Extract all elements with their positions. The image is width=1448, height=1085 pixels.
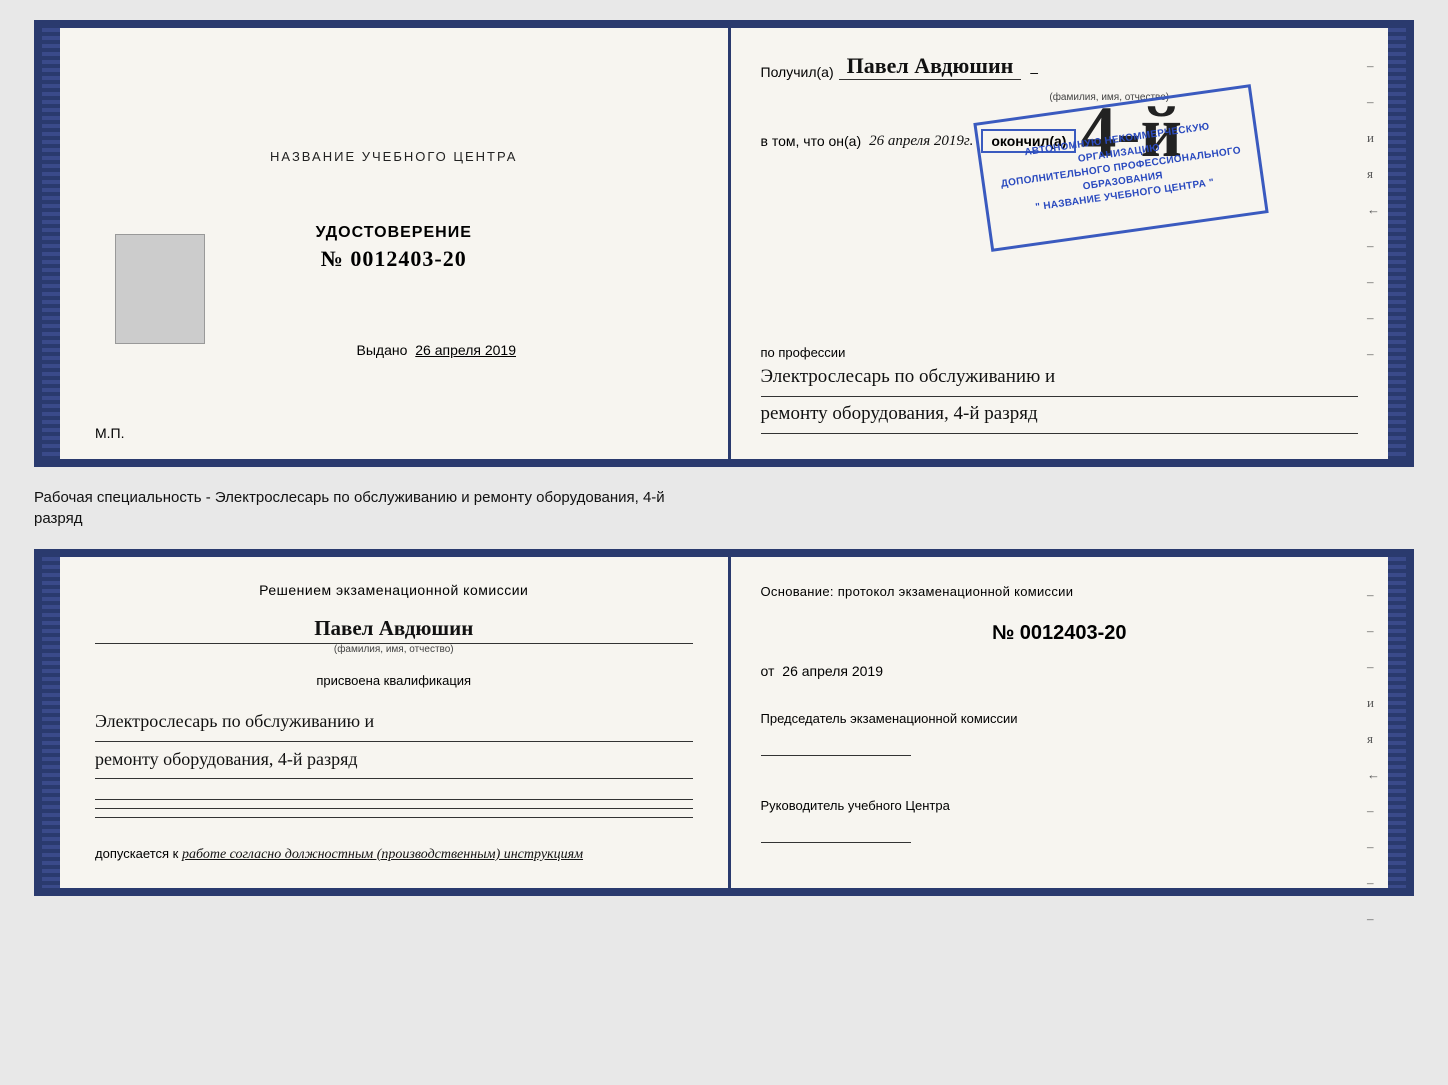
bottom-left-page: Решением экзаменационной комиссии Павел … (60, 557, 731, 887)
bottom-spine-left (42, 557, 60, 887)
ot-label: от (761, 663, 775, 679)
bottom-spine-right (1388, 557, 1406, 887)
spine-right-decoration (1388, 28, 1406, 459)
photo-placeholder (115, 234, 205, 344)
bottom-document: Решением экзаменационной комиссии Павел … (34, 549, 1414, 895)
separator-line1: Рабочая специальность - Электрослесарь п… (34, 487, 1414, 508)
top-left-page: НАЗВАНИЕ УЧЕБНОГО ЦЕНТРА УДОСТОВЕРЕНИЕ №… (60, 28, 731, 459)
vydano-date: 26 апреля 2019 (415, 342, 516, 358)
bottom-name: Павел Авдюшин (95, 616, 693, 644)
top-document: НАЗВАНИЕ УЧЕБНОГО ЦЕНТРА УДОСТОВЕРЕНИЕ №… (34, 20, 1414, 467)
side-dashes-right: – – и я ← – – – – (1367, 58, 1380, 362)
ot-date: 26 апреля 2019 (782, 663, 883, 679)
qual-line1: Электрослесарь по обслуживанию и (95, 704, 693, 741)
komissia-title: Решением экзаменационной комиссии (95, 582, 693, 598)
ot-line: от 26 апреля 2019 (761, 663, 1359, 679)
vtom-date: 26 апреля 2019г. (869, 133, 973, 150)
recipient-name: Павел Авдюшин (839, 53, 1022, 80)
organization-stamp: АВТОНОМНУЮ НЕКОММЕРЧЕСКУЮ ОРГАНИЗАЦИЮ ДО… (973, 84, 1268, 252)
udostoverenie-title: УДОСТОВЕРЕНИЕ (316, 224, 472, 242)
prisvoena-label: присвоена квалификация (95, 673, 693, 688)
osnovanie-label: Основание: протокол экзаменационной коми… (761, 582, 1359, 602)
bottom-side-dashes: – – – и я ← – – – – (1367, 587, 1380, 927)
vydano-label: Выдано (357, 342, 408, 358)
dopuskaetsya-label: допускается к (95, 846, 178, 861)
predsedatel-label: Председатель экзаменационной комиссии (761, 709, 1359, 729)
rukovoditel-label: Руководитель учебного Центра (761, 796, 1359, 816)
rukovoditel-signature-line (761, 823, 911, 843)
spine-left-decoration (42, 28, 60, 459)
center-title: НАЗВАНИЕ УЧЕБНОГО ЦЕНТРА (270, 149, 517, 164)
profession-block: по профессии Электрослесарь по обслужива… (761, 335, 1359, 434)
po-professii-label: по профессии (761, 345, 1359, 360)
poluchil-line: Получил(a) Павел Авдюшин – (761, 53, 1359, 80)
qual-line2: ремонту оборудования, 4-й разряд (95, 742, 693, 779)
bottom-right-page: Основание: протокол экзаменационной коми… (731, 557, 1389, 887)
rukovoditel-block: Руководитель учебного Центра (761, 796, 1359, 849)
dopuskaetsya-block: допускается к работе согласно должностны… (95, 846, 693, 863)
profession-line2: ремонту оборудования, 4-й разряд (761, 397, 1359, 434)
separator-block: Рабочая специальность - Электрослесарь п… (34, 483, 1414, 533)
poluchil-label: Получил(a) (761, 64, 834, 80)
qualification-block: Электрослесарь по обслуживанию и ремонту… (95, 704, 693, 778)
protocol-number: № 0012403-20 (761, 622, 1359, 645)
udostoverenie-number: № 0012403-20 (321, 246, 467, 272)
vtom-label: в том, что он(a) (761, 133, 862, 149)
dopuskaetsya-value: работе согласно должностным (производств… (182, 847, 583, 862)
profession-line1: Электрослесарь по обслуживанию и (761, 360, 1359, 397)
separator-line2: разряд (34, 508, 1414, 529)
predsedatel-signature-line (761, 736, 911, 756)
mp-label: М.П. (95, 425, 125, 441)
top-right-page: Получил(a) Павел Авдюшин – (фамилия, имя… (731, 28, 1389, 459)
predsedatel-block: Председатель экзаменационной комиссии (761, 709, 1359, 762)
bottom-name-hint: (фамилия, имя, отчество) (95, 644, 693, 655)
